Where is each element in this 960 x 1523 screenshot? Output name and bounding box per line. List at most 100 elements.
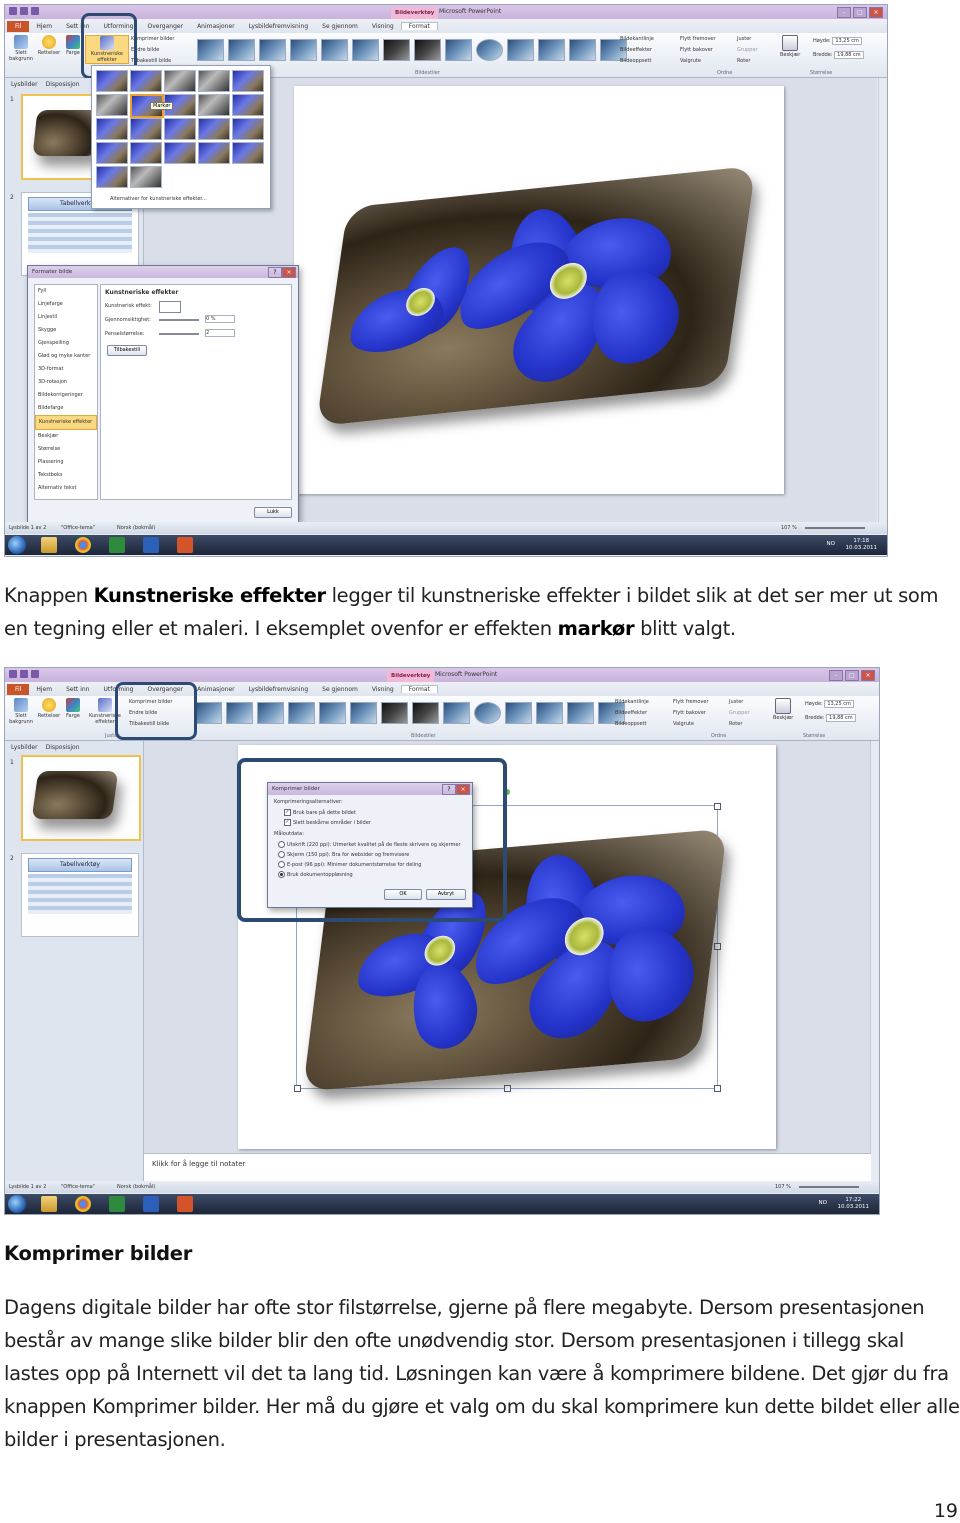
effect-thumb[interactable]	[130, 142, 162, 164]
explorer-icon[interactable]	[41, 537, 57, 553]
tab-outline[interactable]: Disposisjon	[46, 744, 80, 751]
effect-thumb[interactable]	[96, 118, 128, 140]
selection-pane-button[interactable]: Valgrute	[680, 56, 701, 67]
dialog-close-button[interactable]: ×	[456, 784, 470, 795]
effect-thumb[interactable]	[130, 118, 162, 140]
dialog-category-item[interactable]: Glød og myke kanter	[35, 350, 97, 363]
picture-layout-button[interactable]: Bildeoppsett	[615, 719, 646, 730]
rotate-button[interactable]: Roter	[737, 56, 750, 67]
style-thumb[interactable]	[226, 702, 253, 724]
tab-home[interactable]: Hjem	[29, 686, 59, 693]
apply-only-this-checkbox[interactable]: ✓ Bruk bare på dette bildet	[284, 809, 356, 816]
minimize-button[interactable]: –	[829, 670, 843, 681]
style-thumb[interactable]	[443, 702, 470, 724]
crop-button[interactable]: Beskjær	[773, 698, 793, 721]
dialog-category-item[interactable]: Kunstneriske effekter	[35, 415, 97, 430]
clock[interactable]: 17:22 10.03.2011	[838, 1197, 870, 1211]
effect-thumb[interactable]	[198, 118, 230, 140]
tab-format[interactable]: Format	[400, 22, 438, 30]
effect-thumb[interactable]	[96, 94, 128, 116]
dialog-category-item[interactable]: Fyll	[35, 285, 97, 298]
close-button[interactable]: ×	[869, 7, 883, 18]
picture-border-button[interactable]: Bildekantlinje	[620, 34, 654, 45]
explorer-icon[interactable]	[41, 1196, 57, 1212]
style-thumb[interactable]	[197, 39, 224, 61]
powerpoint-icon[interactable]	[177, 537, 193, 553]
tab-slideshow[interactable]: Lysbildefremvisning	[242, 686, 316, 693]
zoom-level[interactable]: 107 %	[781, 525, 797, 531]
slide-canvas[interactable]	[294, 86, 784, 494]
tab-insert[interactable]: Sett inn	[59, 686, 96, 693]
group-button[interactable]: Grupper	[729, 708, 750, 719]
dialog-category-item[interactable]: Størrelse	[35, 443, 97, 456]
powerpoint-icon[interactable]	[177, 1196, 193, 1212]
tab-transitions[interactable]: Overganger	[140, 23, 190, 30]
picture-styles-gallery[interactable]	[195, 702, 625, 724]
dialog-category-item[interactable]: 3D-format	[35, 363, 97, 376]
brush-size-slider[interactable]	[159, 333, 199, 335]
maximize-button[interactable]: □	[853, 7, 867, 18]
effect-thumb[interactable]	[232, 142, 264, 164]
tab-animations[interactable]: Animasjoner	[190, 23, 242, 30]
style-thumb[interactable]	[381, 702, 408, 724]
color-button[interactable]: Farge	[63, 698, 83, 719]
tab-outline[interactable]: Disposisjon	[46, 81, 80, 88]
transparency-field[interactable]: 0 %	[205, 315, 235, 323]
start-button[interactable]	[8, 536, 26, 554]
artistic-effects-options-link[interactable]: Alternativer for kunstneriske effekter..…	[110, 196, 207, 202]
picture-border-button[interactable]: Bildekantlinje	[615, 697, 649, 708]
align-button[interactable]: Juster	[729, 697, 743, 708]
print-radio[interactable]: Utskrift (220 ppi): Utmerket kvalitet på…	[278, 841, 461, 848]
word-icon[interactable]	[143, 537, 159, 553]
corrections-button[interactable]: Rettelser	[37, 35, 61, 56]
style-thumb[interactable]	[288, 702, 315, 724]
zoom-slider[interactable]	[799, 1186, 859, 1188]
tab-file[interactable]: Fil	[7, 683, 30, 695]
bring-forward-button[interactable]: Flytt fremover	[673, 697, 709, 708]
bring-forward-button[interactable]: Flytt fremover	[680, 34, 716, 45]
artistic-effect-dropdown[interactable]	[159, 301, 181, 313]
width-field[interactable]: 19,88 cm	[834, 51, 864, 59]
word-icon[interactable]	[143, 1196, 159, 1212]
style-thumb[interactable]	[321, 39, 348, 61]
zoom-level[interactable]: 107 %	[775, 1184, 791, 1190]
maximize-button[interactable]: □	[845, 670, 859, 681]
tab-animations[interactable]: Animasjoner	[190, 686, 242, 693]
effect-thumb[interactable]	[164, 118, 196, 140]
dialog-category-item[interactable]: Alternativ tekst	[35, 482, 97, 495]
style-thumb[interactable]	[352, 39, 379, 61]
picture-styles-gallery[interactable]	[197, 39, 627, 61]
style-thumb[interactable]	[383, 39, 410, 61]
effect-thumb[interactable]	[130, 166, 162, 188]
zoom-slider[interactable]	[805, 527, 865, 529]
style-thumb[interactable]	[290, 39, 317, 61]
dialog-category-item[interactable]: Bildekorrigeringer	[35, 389, 97, 402]
excel-icon[interactable]	[109, 537, 125, 553]
vertical-scrollbar[interactable]	[870, 741, 879, 1153]
style-thumb[interactable]	[195, 702, 222, 724]
cancel-button[interactable]: Avbryt	[426, 889, 466, 900]
width-field[interactable]: 19,88 cm	[826, 714, 856, 722]
slide-thumbnail-2[interactable]: Tabellverktøy	[21, 853, 139, 937]
dialog-category-item[interactable]: Linjefarge	[35, 298, 97, 311]
close-button[interactable]: ×	[861, 670, 875, 681]
notes-pane[interactable]: Klikk for å legge til notater	[144, 1153, 871, 1182]
compress-pictures-button[interactable]: Komprimer bilder	[131, 34, 174, 45]
send-backward-button[interactable]: Flytt bakover	[680, 45, 713, 56]
dialog-category-item[interactable]: Tekstboks	[35, 469, 97, 482]
dialog-close-button[interactable]: ×	[282, 267, 296, 278]
effect-thumb[interactable]	[232, 94, 264, 116]
style-thumb[interactable]	[538, 39, 565, 61]
style-thumb[interactable]	[536, 702, 563, 724]
style-thumb[interactable]	[412, 702, 439, 724]
remove-background-button[interactable]: Slett bakgrunn	[7, 698, 35, 725]
style-thumb[interactable]	[474, 702, 501, 724]
style-thumb[interactable]	[350, 702, 377, 724]
tab-format[interactable]: Format	[400, 685, 438, 693]
crop-button[interactable]: Beskjær	[780, 35, 800, 58]
tab-file[interactable]: Fil	[7, 20, 30, 32]
style-thumb[interactable]	[476, 39, 503, 61]
delete-cropped-checkbox[interactable]: ✓ Slett beskårne områder i bilder	[284, 819, 371, 826]
effect-thumb[interactable]	[198, 142, 230, 164]
style-thumb[interactable]	[569, 39, 596, 61]
